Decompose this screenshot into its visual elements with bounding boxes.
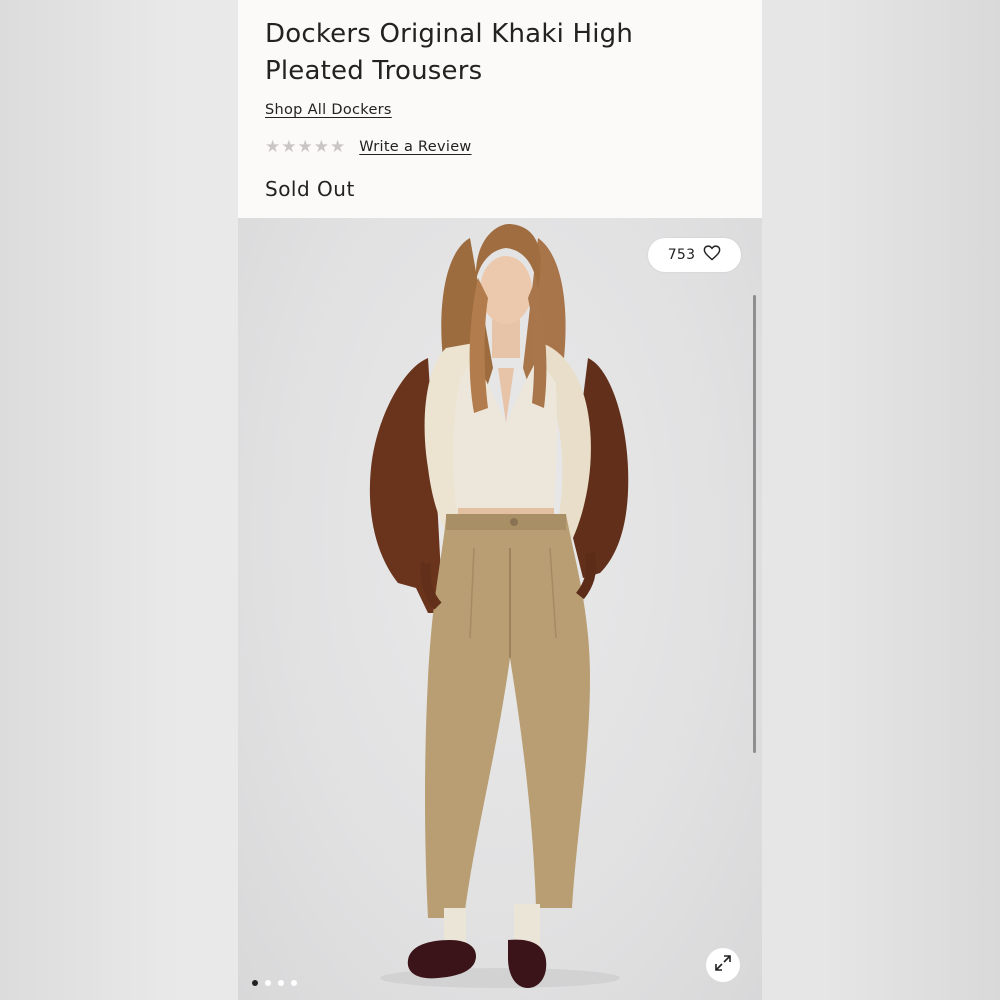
product-photo: [369, 223, 629, 988]
expand-image-button[interactable]: [706, 948, 740, 982]
gallery-pagination: [252, 980, 297, 986]
pagination-dot[interactable]: [278, 980, 284, 986]
write-review-link[interactable]: Write a Review: [359, 139, 471, 155]
stock-status: Sold Out: [265, 177, 355, 201]
star-icon: ★: [313, 137, 329, 157]
product-title: Dockers Original Khaki High Pleated Trou…: [265, 19, 634, 86]
like-count: 753: [667, 247, 696, 263]
shop-all-brand-link[interactable]: Shop All Dockers: [265, 102, 392, 118]
expand-arrows-icon: [714, 954, 732, 976]
star-icon: ★: [330, 137, 346, 157]
heart-icon: [703, 245, 721, 265]
star-icon: ★: [297, 137, 313, 157]
like-button[interactable]: 753: [648, 238, 741, 272]
star-icon: ★: [281, 137, 297, 157]
star-rating: ★ ★ ★ ★ ★: [265, 137, 345, 157]
product-page: Dockers Original Khaki High Pleated Trou…: [238, 0, 762, 1000]
product-info-panel: Dockers Original Khaki High Pleated Trou…: [238, 0, 762, 218]
star-icon: ★: [265, 137, 281, 157]
pagination-dot[interactable]: [252, 980, 258, 986]
pagination-dot[interactable]: [291, 980, 297, 986]
product-image-gallery[interactable]: 753: [238, 218, 762, 1000]
gallery-scrollbar[interactable]: [753, 295, 756, 753]
rating-row: ★ ★ ★ ★ ★ Write a Review: [265, 137, 472, 157]
pagination-dot[interactable]: [265, 980, 271, 986]
